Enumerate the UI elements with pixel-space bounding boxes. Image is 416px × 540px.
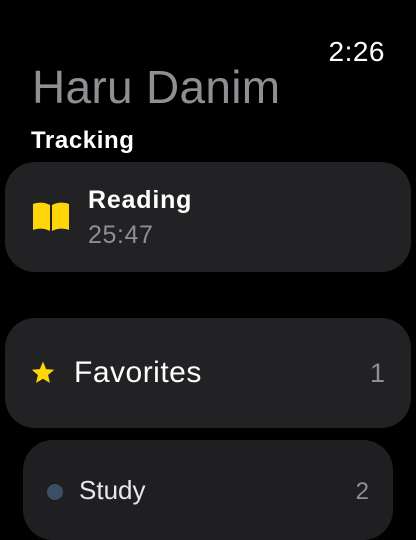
dot-icon [47, 484, 63, 500]
list-item-label: Study [79, 475, 146, 505]
tracking-item-name: Reading [88, 186, 193, 214]
list-item-count: 1 [369, 358, 385, 388]
list-item-favorites[interactable]: Favorites 1 [5, 318, 411, 428]
tracking-card-reading[interactable]: Reading 25:47 [5, 162, 411, 272]
section-label-tracking: Tracking [31, 127, 135, 154]
page-title: Haru Danim [32, 61, 281, 113]
list-item-study[interactable]: Study 2 [23, 440, 393, 540]
book-icon [33, 202, 69, 231]
status-time: 2:26 [328, 36, 385, 67]
list-item-count: 2 [355, 478, 369, 505]
star-icon [31, 361, 55, 383]
list-item-label: Favorites [74, 356, 202, 389]
tracking-item-elapsed: 25:47 [88, 221, 154, 249]
